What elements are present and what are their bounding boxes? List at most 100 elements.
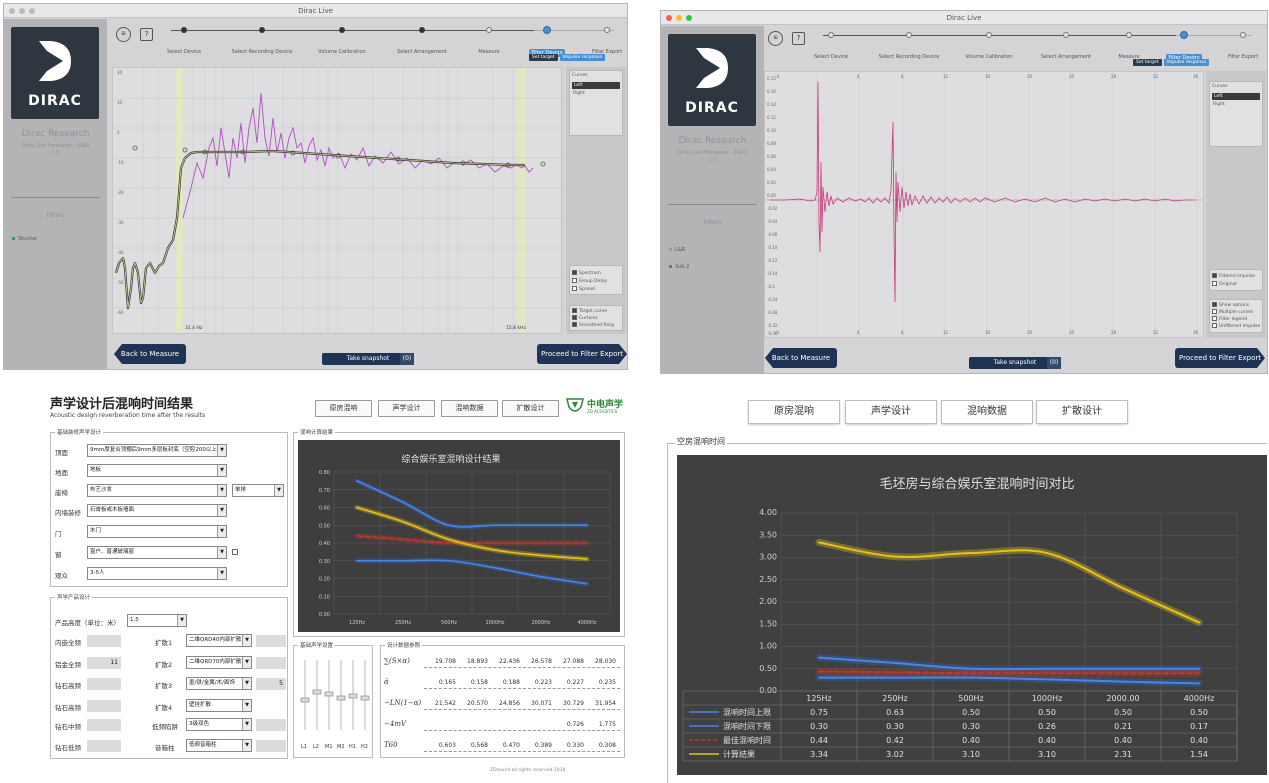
ceiling-select[interactable]: 9mm厚复合顶棚后9mm多层板封底（空腔200以上）▼ [87, 444, 227, 457]
sidebar-item-filter[interactable]: Stucher [12, 236, 37, 242]
speaker-column-count[interactable] [256, 740, 286, 752]
take-snapshot-button[interactable]: Take snapshot(0) [322, 353, 414, 365]
step-select-device[interactable]: Select Device [152, 19, 216, 57]
back-to-measure-button[interactable]: Back to Measure [114, 344, 186, 364]
window-controls[interactable] [9, 8, 35, 14]
item-value-5[interactable] [87, 719, 121, 731]
svg-text:H2: H2 [361, 744, 368, 750]
tab-original-reverb[interactable]: 原房混响 [315, 400, 372, 417]
tab-reverb-data[interactable]: 混响数据 [941, 400, 1033, 424]
option-filtered-impulse[interactable]: Filtered impulse [1212, 273, 1255, 279]
proceed-to-filter-export-button[interactable]: Proceed to Filter Export [537, 344, 627, 364]
param-cell: 1.775 [586, 721, 616, 728]
svg-text:-0.14: -0.14 [767, 271, 778, 276]
diffuser-select-3[interactable]: 墨/铁/金属/木/面饰▼ [186, 677, 252, 690]
channel-left[interactable]: Left [1212, 93, 1260, 100]
wall-select[interactable]: 石膏板或木板墙面▼ [87, 504, 227, 517]
dirac-window-left: Dirac Live DIRAC Dirac Research Dirac Li… [3, 3, 628, 370]
tab-acoustic-design[interactable]: 声学设计 [845, 400, 937, 424]
channel-right[interactable]: Right [1210, 102, 1262, 107]
impulse-response-plot[interactable]: 0.120.10 0.140.12 0.100.08 0.060.04 0.02… [764, 71, 1204, 338]
diffuser-select-2[interactable]: 二维QRD70内部扩散▼ [186, 656, 252, 669]
seat-select[interactable]: 布艺沙发▼ [87, 484, 227, 497]
speaker-column-select[interactable]: 低频音箱柱▼ [186, 739, 252, 752]
option-unfiltered-impulse[interactable]: Unfiltered impulse [1212, 323, 1260, 329]
option-multiple-curves[interactable]: Multiple curves [1212, 309, 1253, 315]
svg-text:-0.12: -0.12 [767, 258, 778, 263]
option-smoothed[interactable]: Smoothed Resp [572, 322, 614, 328]
item-label-5: 钻石中频 [55, 721, 81, 731]
step-select-recording-device[interactable]: Select Recording Device [230, 19, 294, 57]
diffuser-count-1[interactable] [256, 635, 286, 647]
bass-trap-select[interactable]: 3级双色▼ [186, 718, 252, 731]
take-snapshot-button[interactable]: Take snapshot(0) [969, 357, 1061, 369]
step-volume-calibration[interactable]: Volume Calibration [957, 24, 1021, 62]
proceed-to-filter-export-button[interactable]: Proceed to Filter Export [1175, 348, 1265, 368]
param-cell: 21.542 [426, 700, 456, 707]
step-measure[interactable]: Measure [457, 19, 521, 57]
frequency-response-plot[interactable]: 20100 -10-20-30 -40-50-60 31.4 Hz 15.8 k… [112, 67, 562, 334]
floor-select[interactable]: 地板▼ [87, 464, 227, 477]
set-target-button[interactable]: Set target [529, 54, 558, 61]
channel-left[interactable]: Left [572, 82, 620, 89]
chevron-down-icon: ▼ [217, 526, 226, 537]
data-label: 0.30 [962, 722, 980, 731]
step-volume-calibration[interactable]: Volume Calibration [310, 19, 374, 57]
tab-original-reverb[interactable]: 原房混响 [748, 400, 840, 424]
eq-sliders-svg[interactable]: L1L2 M1M2 H1H2 [297, 652, 371, 752]
item-value-2[interactable]: 11 [87, 657, 121, 669]
sidebar-item-sub[interactable]: Sub 2 [669, 264, 689, 270]
impulse-response-button[interactable]: Impulse response [1164, 59, 1210, 66]
door-select[interactable]: 木门▼ [87, 525, 227, 538]
bass-trap-count[interactable] [256, 719, 286, 731]
tab-diffusion-design[interactable]: 扩散设计 [1036, 400, 1128, 424]
option-filter-legend[interactable]: Filter legend [1212, 316, 1247, 322]
x-tick-label: 250Hz [395, 620, 411, 626]
option-curtains[interactable]: Curtains [572, 315, 598, 321]
option-show-options[interactable]: Show options [1212, 302, 1249, 308]
tab-reverb-data[interactable]: 混响数据 [441, 400, 498, 417]
item-value-6[interactable] [87, 740, 121, 752]
sidebar-item-lr[interactable]: L&R [669, 247, 685, 253]
option-target-curve[interactable]: Target curve [572, 308, 607, 314]
layout-button[interactable]: ⊞ [768, 31, 783, 46]
diffuser-count-2[interactable] [256, 657, 286, 669]
step-select-arrangement[interactable]: Select Arrangement [1034, 24, 1098, 62]
step-filter-design[interactable]: Filter Design [515, 19, 579, 58]
tab-acoustic-design[interactable]: 声学设计 [378, 400, 435, 417]
window-select[interactable]: 窗户、普通玻璃窗▼ [87, 546, 227, 559]
y-tick-label: 4.00 [759, 508, 777, 517]
seat-row-select[interactable]: 单排▼ [232, 484, 284, 497]
step-select-arrangement[interactable]: Select Arrangement [390, 19, 454, 57]
item-value-3[interactable] [87, 678, 121, 690]
step-select-recording-device[interactable]: Select Recording Device [877, 24, 941, 62]
audience-select[interactable]: 3-5人▼ [87, 567, 227, 580]
diffuser-select-1[interactable]: 二维QRD40内部扩散▼ [186, 634, 252, 647]
param-cell: 0.165 [426, 679, 456, 686]
window-controls[interactable] [666, 15, 692, 21]
option-original[interactable]: Original [1212, 281, 1237, 287]
height-select[interactable]: 1.5▼ [127, 614, 187, 627]
option-spectrum[interactable]: Spectrum [572, 270, 601, 276]
item-value-1[interactable] [87, 635, 121, 647]
layout-button[interactable]: ⊞ [116, 27, 131, 42]
set-target-button[interactable]: Set target [1133, 59, 1162, 66]
chevron-down-icon: ▼ [242, 700, 251, 711]
tab-diffusion-design[interactable]: 扩散设计 [502, 400, 559, 417]
step-filter-export[interactable]: Filter Export [1211, 24, 1268, 62]
chevron-down-icon: ▼ [217, 568, 226, 579]
back-to-measure-button[interactable]: Back to Measure [765, 348, 837, 368]
item-value-4[interactable] [87, 700, 121, 712]
step-select-device[interactable]: Select Device [799, 24, 863, 62]
step-filter-export[interactable]: Filter Export [575, 19, 628, 57]
diffuser-count-3[interactable]: 5 [256, 678, 286, 690]
impulse-response-button[interactable]: Impulse response [560, 54, 606, 61]
diffuser-select-4[interactable]: 壁挂扩散▼ [186, 699, 252, 712]
step-filter-design[interactable]: Filter Design [1152, 24, 1216, 63]
option-group-delay[interactable]: Group Delay [572, 278, 607, 284]
wizard-steps: Select Device Select Recording Device Vo… [159, 19, 624, 59]
window-checkbox[interactable] [232, 549, 238, 555]
window-titlebar: Dirac Live [4, 4, 627, 18]
option-spread[interactable]: Spread [572, 286, 595, 292]
channel-right[interactable]: Right [570, 91, 622, 96]
